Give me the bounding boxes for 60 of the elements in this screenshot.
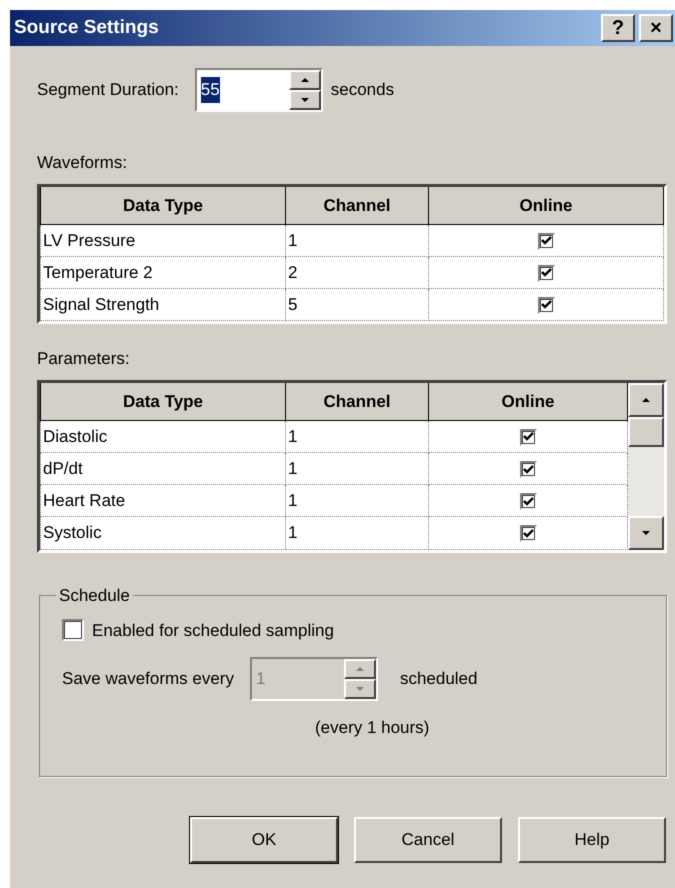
unit-label: seconds [330, 79, 394, 102]
column-header[interactable]: Data Type [40, 186, 286, 224]
field-value: 1 [256, 668, 266, 690]
online-checkbox[interactable] [538, 296, 554, 314]
table-cell: 2 [286, 256, 428, 288]
section-label: Parameters: [37, 348, 131, 370]
online-checkbox[interactable] [520, 428, 536, 446]
scroll-up-button[interactable] [628, 382, 664, 416]
table-cell: 1 [286, 452, 428, 485]
table-cell: Temperature 2 [40, 256, 286, 288]
table-cell: Diastolic [40, 420, 286, 453]
checkmark-icon [522, 464, 534, 475]
up-arrow-icon [641, 396, 651, 402]
checkmark-icon [522, 528, 534, 539]
table-cell: 1 [286, 224, 428, 256]
column-header[interactable]: Data Type [40, 382, 286, 421]
checkmark-icon [522, 432, 534, 442]
table-cell: Systolic [40, 516, 286, 549]
checkmark-icon [540, 268, 552, 278]
field-value: 55 [200, 77, 220, 103]
online-checkbox[interactable] [538, 232, 554, 250]
column-header[interactable]: Online [428, 382, 628, 421]
scroll-down-button[interactable] [628, 516, 664, 550]
online-checkbox[interactable] [520, 461, 536, 478]
field-label: Segment Duration: [37, 79, 179, 102]
table-cell: 1 [286, 484, 428, 517]
checkmark-icon [522, 496, 534, 507]
online-checkbox[interactable] [538, 264, 554, 282]
online-checkbox[interactable] [520, 525, 536, 542]
close-button[interactable]: × [639, 14, 673, 42]
table-cell: 5 [286, 288, 428, 320]
duration-spinbox[interactable]: 55 [194, 68, 323, 112]
column-header[interactable]: Channel [286, 186, 428, 224]
down-arrow-icon [300, 97, 310, 103]
field-label: Save waveforms every [62, 668, 234, 690]
checkmark-icon [540, 300, 552, 310]
up-arrow-icon [354, 666, 365, 672]
down-arrow-icon [354, 686, 365, 692]
section-label: Waveforms: [37, 152, 128, 174]
table-cell: 1 [286, 420, 428, 453]
cancel-button[interactable]: Cancel [354, 816, 502, 862]
help-button[interactable]: Help [518, 816, 666, 862]
interval-note: (every 1 hours) [315, 717, 430, 739]
up-arrow-icon [300, 77, 310, 83]
scroll-thumb[interactable] [628, 416, 664, 446]
table-cell: Heart Rate [40, 484, 286, 517]
down-arrow-icon [641, 530, 651, 536]
scrollbar[interactable] [628, 382, 664, 550]
window-title: Source Settings [14, 16, 159, 40]
ok-button[interactable]: OK [190, 816, 338, 862]
column-header[interactable]: Channel [286, 382, 428, 421]
table-cell: LV Pressure [40, 224, 286, 256]
column-header[interactable]: Online [428, 186, 664, 224]
checkmark-icon [540, 236, 552, 246]
table-cell: Signal Strength [40, 288, 286, 320]
unit-label: scheduled [400, 668, 478, 690]
help-button[interactable]: ? [601, 14, 635, 42]
table-cell: 1 [286, 516, 428, 549]
online-checkbox[interactable] [520, 493, 536, 510]
table-cell: dP/dt [40, 452, 286, 485]
